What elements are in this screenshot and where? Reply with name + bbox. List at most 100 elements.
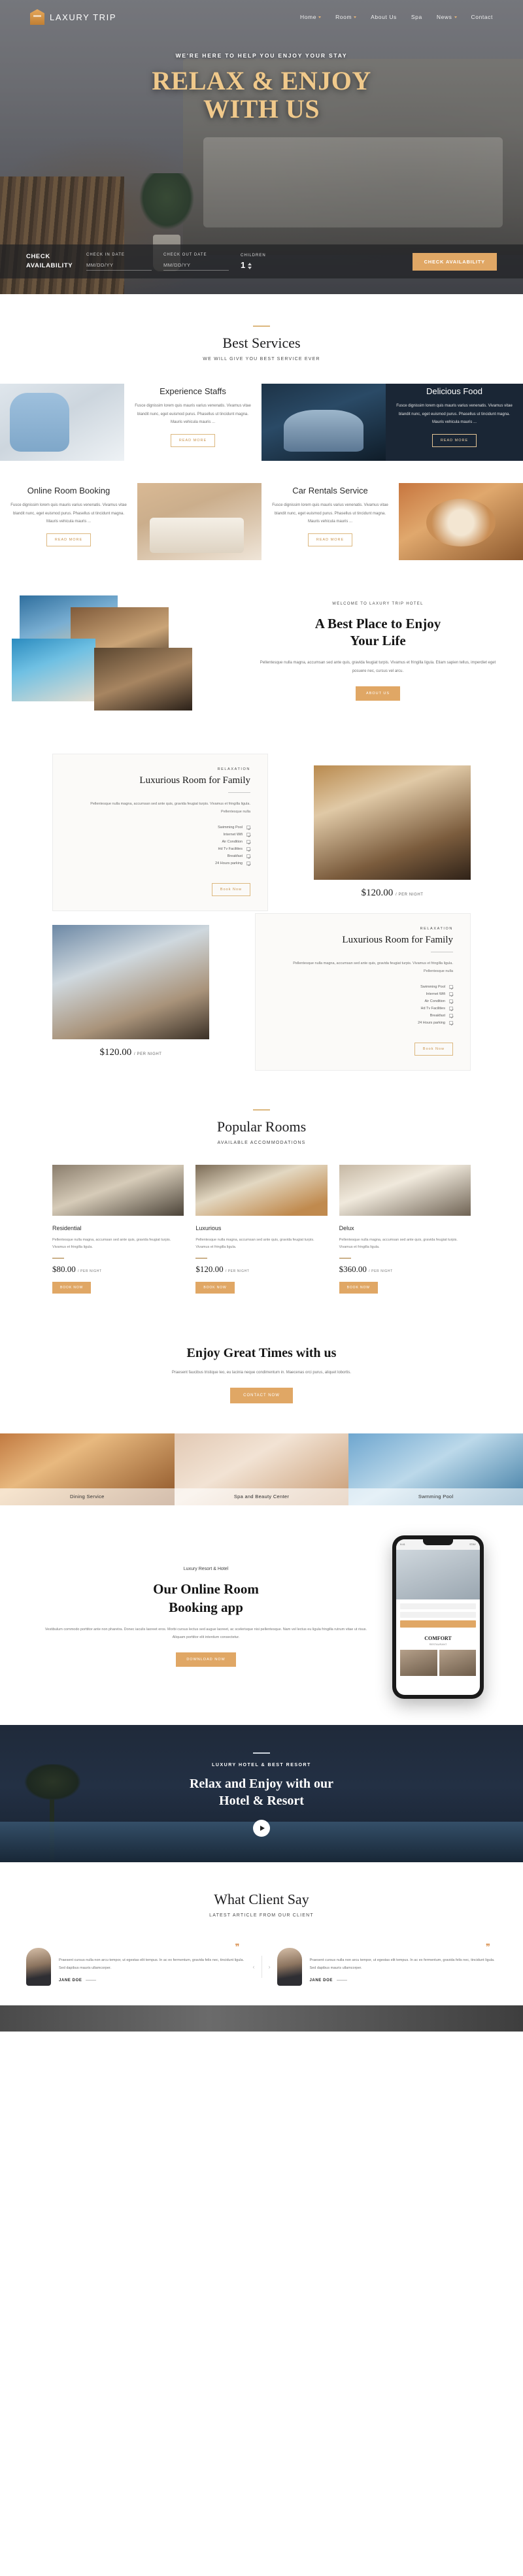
phone-booking-form: [396, 1599, 480, 1631]
service-read-more-button[interactable]: READ MORE: [307, 533, 353, 546]
book-now-button[interactable]: Book Now: [414, 1043, 453, 1056]
price-value: $120.00: [99, 1047, 132, 1058]
room-card[interactable]: Delux Pellentesque nulla magna, accumsan…: [339, 1165, 471, 1294]
testimonial-card: ❞ Praesent cursus nulla non arcu tempor,…: [277, 1942, 498, 1986]
amenities-list: Swimming Pool Internet Wifi Air Conditio…: [70, 824, 250, 867]
gallery-item-dining[interactable]: Dining Service: [0, 1433, 175, 1505]
nav-item-about-us[interactable]: About Us: [371, 14, 397, 20]
amenity-item: Air Condition: [273, 997, 453, 1005]
service-card-online-room-booking: Online Room Booking Fusce dignissim lore…: [0, 483, 137, 560]
room-card[interactable]: Residential Pellentesque nulla magna, ac…: [52, 1165, 184, 1294]
check-availability-button[interactable]: CHECK AVAILABILITY: [412, 252, 497, 271]
gallery-item-spa[interactable]: Spa and Beauty Center: [174, 1433, 349, 1505]
service-body: Fusce dignissim lorem quis mauris varius…: [396, 404, 513, 425]
phone-status-time: 9:41: [400, 1543, 405, 1547]
app-title: Our Online Room Booking app: [39, 1581, 373, 1616]
about-image-bedroom: [94, 648, 192, 711]
check-icon: [246, 861, 250, 865]
check-icon: [449, 1013, 453, 1018]
book-now-button[interactable]: BOOK NOW: [52, 1281, 92, 1294]
room-feature-body: Pellentesque nulla magna, accumsan sed a…: [90, 802, 250, 814]
chevron-up-icon[interactable]: [248, 263, 252, 265]
service-body: Fusce dignissim lorem quis mauris varius…: [10, 503, 127, 524]
chevron-down-icon[interactable]: [248, 267, 252, 269]
carousel-prev-icon[interactable]: ‹: [253, 1964, 255, 1970]
room-feature-a: RELAXATION Luxurious Room for Family Pel…: [0, 754, 523, 912]
service-read-more-button[interactable]: READ MORE: [46, 533, 92, 546]
app-title-line-1: Our Online Room: [153, 1581, 259, 1597]
service-read-more-button[interactable]: READ MORE: [431, 433, 477, 447]
room-feature-price: $120.00 / PER NIGHT: [52, 1047, 209, 1058]
room-feature-image: [314, 765, 471, 880]
about-us-button[interactable]: ABOUT US: [355, 686, 400, 701]
room-feature-price: $120.00 / PER NIGHT: [314, 888, 471, 899]
nav-label: News: [436, 14, 452, 20]
checkin-label: CHECK IN DATE: [86, 252, 125, 257]
footer-image-strip: [0, 2005, 523, 2032]
video-banner-title-line-2: Hotel & Resort: [219, 1793, 304, 1808]
children-stepper[interactable]: 1: [241, 261, 271, 269]
phone-book-now-button[interactable]: [400, 1620, 476, 1628]
amenity-item: Hd Tv Facilities: [70, 845, 250, 852]
phone-app-name: STAY: [469, 1543, 476, 1547]
video-banner-title-line-1: Relax and Enjoy with our: [189, 1776, 334, 1791]
book-now-button[interactable]: BOOK NOW: [339, 1281, 378, 1294]
chevron-down-icon: [454, 16, 457, 18]
amenity-label: Swimming Pool: [420, 984, 445, 989]
amenity-item: 24 Hours parking: [273, 1019, 453, 1026]
main-nav: Home Room About Us Spa News Contact: [300, 14, 493, 20]
price-unit: / PER NIGHT: [133, 1052, 162, 1056]
nav-item-spa[interactable]: Spa: [411, 14, 422, 20]
quote-icon: ❞: [235, 1941, 240, 1952]
amenity-label: Internet Wifi: [426, 992, 445, 996]
room-card[interactable]: Luxurious Pellentesque nulla magna, accu…: [195, 1165, 328, 1294]
phone-form-field[interactable]: [400, 1603, 476, 1609]
nav-item-home[interactable]: Home: [299, 14, 322, 20]
about-title-line-2: Your Life: [350, 633, 406, 649]
nav-label: Home: [299, 14, 317, 20]
amenity-label: 24 Hours parking: [418, 1020, 445, 1025]
nav-item-news[interactable]: News: [437, 14, 457, 20]
checkout-field: CHECK OUT DATE: [163, 244, 241, 278]
stepper-arrows[interactable]: [248, 263, 252, 269]
hero-title: RELAX & ENJOY WITH US: [0, 67, 523, 124]
price-value: $80.00: [52, 1263, 76, 1274]
divider: [253, 326, 270, 327]
contact-now-button[interactable]: CONTACT NOW: [230, 1387, 293, 1403]
service-read-more-button[interactable]: READ MORE: [170, 433, 216, 447]
room-card-list: Residential Pellentesque nulla magna, ac…: [0, 1165, 523, 1294]
gallery-item-pool[interactable]: Swmming Pool: [348, 1433, 523, 1505]
phone-form-field[interactable]: [400, 1611, 476, 1618]
amenity-item: Internet Wifi: [273, 990, 453, 997]
quote-icon: ❞: [486, 1941, 490, 1952]
carousel-next-icon[interactable]: ›: [269, 1964, 271, 1970]
room-feature-eyebrow: RELAXATION: [420, 927, 453, 931]
testimonial-author: JANE DOE: [310, 1979, 498, 1982]
amenities-list: Swimming Pool Internet Wifi Air Conditio…: [273, 983, 453, 1026]
hero-eyebrow: WE'RE HERE TO HELP YOU ENJOY YOUR STAY: [175, 52, 348, 59]
testimonial-card: ❞ Praesent cursus nulla non arcu tempor,…: [26, 1942, 246, 1986]
room-card-image: [195, 1165, 328, 1216]
phone-notch: [423, 1539, 453, 1545]
download-now-button[interactable]: DOWNLOAD NOW: [176, 1652, 236, 1667]
amenity-label: Breakfast: [227, 854, 243, 858]
room-feature-card: RELAXATION Luxurious Room for Family Pel…: [52, 754, 268, 912]
play-button[interactable]: [253, 1819, 270, 1837]
book-now-button[interactable]: Book Now: [211, 883, 250, 897]
checkout-input[interactable]: [163, 259, 229, 271]
checkin-input[interactable]: [86, 259, 152, 271]
hero-title-line-2: WITH US: [203, 94, 320, 124]
nav-label: Room: [335, 14, 352, 20]
avatar: [277, 1947, 302, 1986]
gallery-label: Swmming Pool: [348, 1488, 523, 1505]
book-now-button[interactable]: BOOK NOW: [195, 1281, 235, 1294]
amenity-label: Hd Tv Facilities: [218, 846, 243, 851]
nav-item-contact[interactable]: Contact: [471, 14, 494, 20]
author-name: JANE DOE: [309, 1978, 333, 1982]
phone-image-grid: [396, 1649, 480, 1680]
brand-logo[interactable]: LAXURY TRIP: [30, 9, 116, 25]
amenity-label: Swimming Pool: [218, 825, 243, 829]
brand-name: LAXURY TRIP: [50, 12, 117, 22]
nav-item-room[interactable]: Room: [335, 14, 357, 20]
testimonial-text: Praesent cursus nulla non arcu tempor, u…: [59, 1958, 245, 1971]
